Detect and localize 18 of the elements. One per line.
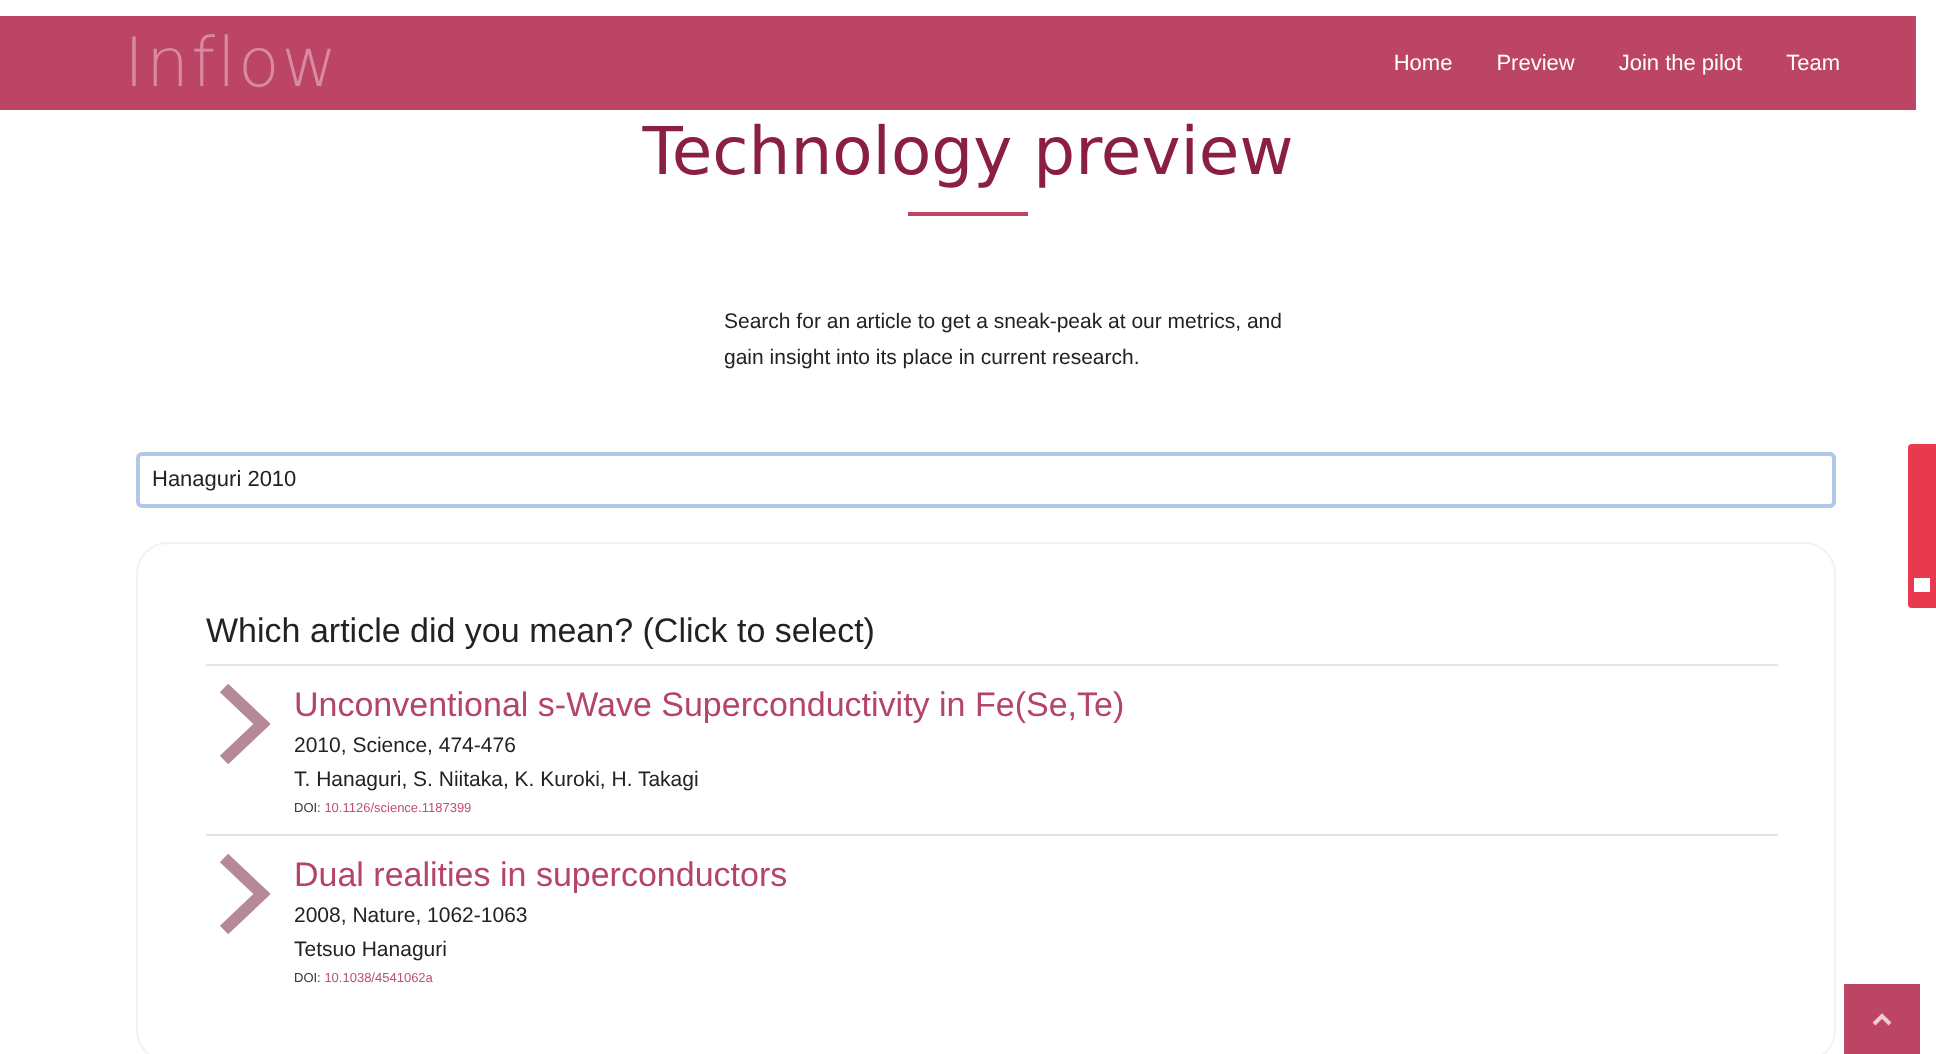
article-title[interactable]: Unconventional s-Wave Superconductivity in Fe(Se,Te): [294, 682, 1125, 730]
search-field[interactable]: Hanaguri 2010: [136, 452, 1836, 508]
nav-link[interactable]: Join the pilot: [1618, 51, 1743, 75]
article-meta: 2008, Nature, 1062-1063: [294, 902, 530, 932]
chevron-icon[interactable]: [218, 682, 270, 766]
feedback-tab[interactable]: [1908, 444, 1936, 608]
page-title: Technology preview: [640, 112, 1296, 192]
results-heading: Which article did you mean? (Click to select): [206, 612, 877, 652]
article-title[interactable]: Dual realities in superconductors: [294, 852, 788, 900]
caret-up-icon: [1872, 1012, 1892, 1026]
article-authors: Tetsuo Hanaguri: [294, 936, 449, 966]
intro-text: Search for an article to get a sneak-peak at our metrics, and gain insight into its place in current research.: [724, 308, 1284, 374]
nav-link[interactable]: Home: [1393, 51, 1453, 75]
article-meta: 2010, Science, 474-476: [294, 732, 518, 762]
article-authors: T. Hanaguri, S. Niitaka, K. Kuroki, H. Takagi: [294, 766, 701, 796]
chevron-icon[interactable]: [218, 852, 270, 936]
nav-link[interactable]: Team: [1786, 51, 1840, 75]
nav-link[interactable]: Preview: [1496, 51, 1575, 75]
